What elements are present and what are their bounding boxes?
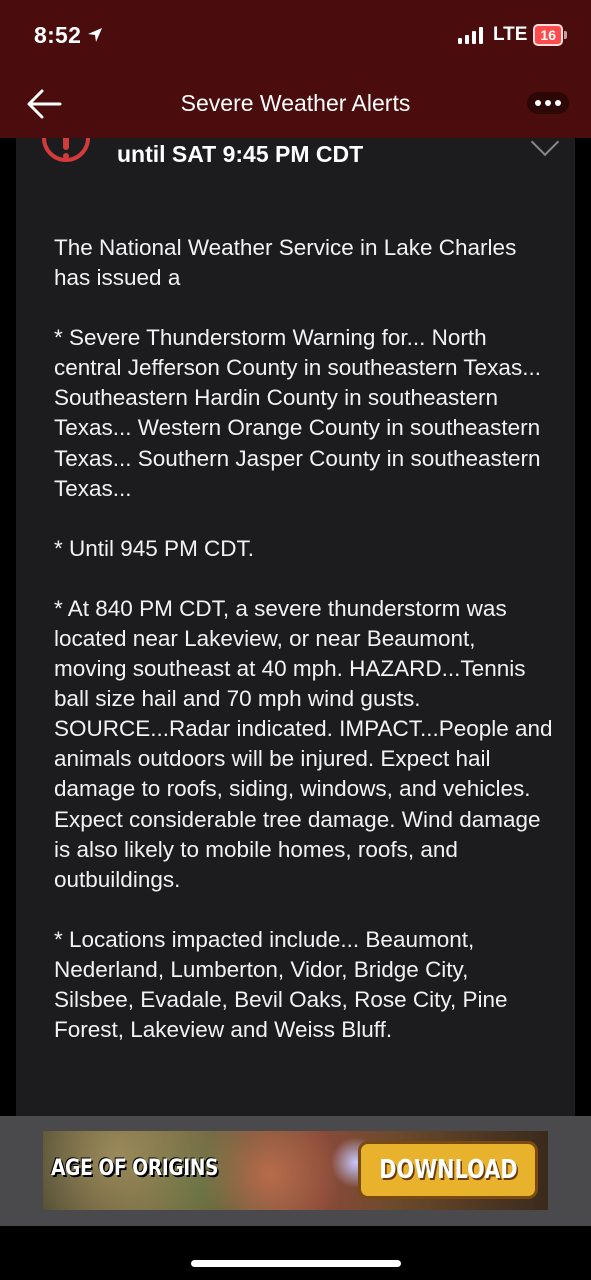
status-indicators: LTE 16 xyxy=(457,24,567,46)
alert-warning-icon xyxy=(42,138,90,162)
location-arrow-icon xyxy=(87,22,103,49)
alert-expiry: until SAT 9:45 PM CDT xyxy=(117,141,364,167)
alert-paragraph: * Severe Thunderstorm Warning for... Nor… xyxy=(54,325,541,501)
alert-paragraph: * At 840 PM CDT, a severe thunderstorm w… xyxy=(54,595,553,892)
network-type: LTE xyxy=(492,24,528,45)
ad-banner[interactable]: AGE OF ORIGINS DOWNLOAD xyxy=(43,1131,548,1210)
chevron-down-icon[interactable] xyxy=(530,138,560,157)
ad-download-label: DOWNLOAD xyxy=(378,1155,518,1185)
ad-title: AGE OF ORIGINS xyxy=(51,1156,219,1181)
status-time-text: 8:52 xyxy=(34,22,82,48)
more-dot-icon xyxy=(535,100,541,106)
alert-card[interactable]: until SAT 9:45 PM CDT The National Weath… xyxy=(16,138,575,1118)
battery-icon: 16 xyxy=(533,24,567,46)
alert-paragraph: * Locations impacted include... Beaumont… xyxy=(54,926,508,1043)
signal-icon xyxy=(457,26,483,44)
alert-paragraph: The National Weather Service in Lake Cha… xyxy=(54,235,517,291)
more-dot-icon xyxy=(545,100,551,106)
more-dot-icon xyxy=(555,100,561,106)
more-options-button[interactable] xyxy=(527,92,569,114)
home-area xyxy=(0,1226,591,1280)
page-title: Severe Weather Alerts xyxy=(180,90,411,116)
app-header: 8:52 LTE 16 Severe Weather Alerts xyxy=(0,0,591,138)
alert-paragraph: * Until 945 PM CDT. xyxy=(54,535,255,561)
home-indicator[interactable] xyxy=(191,1260,401,1267)
battery-level: 16 xyxy=(533,24,563,46)
ad-download-button[interactable]: DOWNLOAD xyxy=(358,1141,538,1199)
alert-description: The National Weather Service in Lake Cha… xyxy=(54,233,554,1075)
status-time: 8:52 xyxy=(34,22,103,49)
